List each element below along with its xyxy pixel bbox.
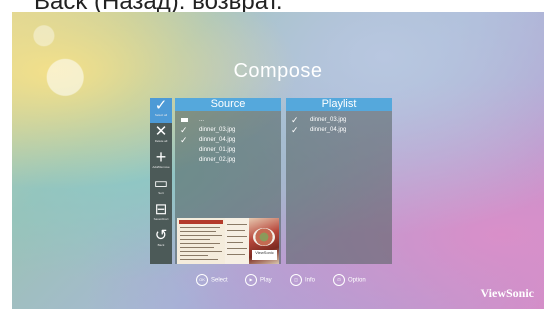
list-item-name: dinner_03.jpg — [310, 117, 347, 123]
compose-screen: Compose ✓ Select all ✕ Delete all + Add/… — [12, 12, 544, 309]
list-item[interactable]: ✓ dinner_03.jpg — [175, 125, 281, 135]
option-icon: ⊡ — [333, 274, 345, 286]
back-label: Back — [157, 243, 165, 247]
list-item[interactable]: ✓ dinner_04.jpg — [286, 125, 392, 135]
preview-dish — [253, 228, 275, 246]
play-icon: ▶ — [245, 274, 257, 286]
sort-icon: ▭ — [153, 175, 169, 192]
toolbar: ✓ Select all ✕ Delete all + Add/Remove ▭… — [150, 98, 172, 264]
list-item[interactable]: ✓ dinner_04.jpg — [175, 135, 281, 145]
add-remove-button[interactable]: + Add/Remove — [150, 147, 172, 175]
hint-label: Option — [348, 277, 366, 284]
back-button[interactable]: ↺ Back — [150, 228, 172, 253]
folder-icon — [181, 118, 188, 122]
brand-logo: ViewSonic — [480, 286, 534, 300]
playlist-panel: Playlist ✓ dinner_03.jpg ✓ dinner_04.jpg — [286, 98, 392, 264]
check-icon: ✓ — [291, 115, 299, 125]
plus-icon: + — [155, 147, 167, 167]
list-item-name: dinner_03.jpg — [199, 127, 236, 133]
list-item[interactable]: dinner_02.jpg — [175, 155, 281, 165]
save-icon: ⊟ — [154, 201, 168, 218]
preview-badge: ViewSonic — [252, 250, 277, 260]
delete-all-button[interactable]: ✕ Delete all — [150, 124, 172, 149]
save-abort-label: Save/Abort — [153, 217, 169, 221]
list-item-name: dinner_02.jpg — [199, 157, 236, 163]
list-item[interactable]: ✓ dinner_03.jpg — [286, 115, 392, 125]
source-header: Source — [175, 98, 281, 111]
hint-label: Select — [211, 277, 228, 284]
list-item-name: dinner_01.jpg — [199, 147, 236, 153]
list-item-name: dinner_04.jpg — [199, 137, 236, 143]
select-all-label: Select all — [154, 113, 168, 117]
hint-label: Info — [305, 277, 316, 284]
source-panel: Source ... ✓ dinner_03.jpg ✓ dinner_04.j… — [175, 98, 281, 264]
preview-menu-page — [177, 218, 225, 264]
sort-button[interactable]: ▭ Sort — [150, 176, 172, 201]
ok-icon: OK — [196, 274, 208, 286]
list-item-name: ... — [199, 117, 205, 123]
page-title: Compose — [233, 60, 323, 82]
list-item[interactable]: dinner_01.jpg — [175, 145, 281, 155]
check-icon: ✓ — [154, 97, 168, 114]
delete-all-label: Delete all — [154, 139, 168, 143]
hint-play: ▶ Play — [245, 274, 272, 286]
close-icon: ✕ — [154, 123, 168, 140]
save-abort-button[interactable]: ⊟ Save/Abort — [150, 202, 172, 227]
list-item-name: dinner_04.jpg — [310, 127, 347, 133]
remote-hints: OK Select ▶ Play ◫ Info ⊡ Option — [12, 274, 544, 288]
hint-option: ⊡ Option — [333, 274, 366, 286]
check-icon: ✓ — [180, 125, 188, 135]
hint-info: ◫ Info — [290, 274, 315, 286]
info-icon: ◫ — [290, 274, 302, 286]
select-all-button[interactable]: ✓ Select all — [150, 98, 172, 123]
check-icon: ✓ — [180, 135, 188, 145]
check-icon: ✓ — [291, 125, 299, 135]
playlist-header: Playlist — [286, 98, 392, 111]
back-icon: ↺ — [154, 227, 168, 244]
image-preview: ViewSonic — [177, 218, 279, 264]
caption-bullet: • — [2, 0, 7, 4]
hint-label: Play — [260, 277, 272, 284]
preview-menu-column — [225, 218, 249, 264]
hint-select: OK Select — [196, 274, 228, 286]
list-item-parent-folder[interactable]: ... — [175, 115, 281, 125]
add-remove-label: Add/Remove — [152, 165, 170, 169]
